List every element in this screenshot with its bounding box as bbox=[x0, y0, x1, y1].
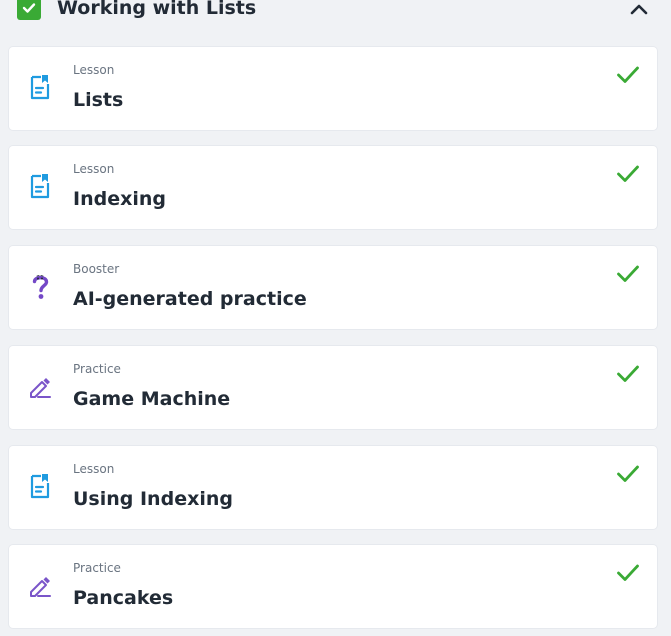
completed-check-icon bbox=[617, 365, 639, 382]
practice-icon bbox=[30, 577, 51, 597]
practice-icon bbox=[30, 378, 51, 398]
item-title: Pancakes bbox=[73, 587, 174, 609]
completed-check-icon bbox=[617, 465, 639, 482]
item-type-label: Lesson bbox=[73, 462, 115, 476]
item-type-label: Practice bbox=[73, 561, 121, 575]
item-title: Using Indexing bbox=[73, 488, 233, 510]
list-item-using-indexing[interactable]: Lesson Using Indexing bbox=[9, 446, 657, 529]
completed-check-icon bbox=[617, 165, 639, 182]
item-type-label: Lesson bbox=[73, 162, 115, 176]
checkmark-icon bbox=[22, 3, 36, 13]
item-type-label: Booster bbox=[73, 262, 120, 276]
item-title: Game Machine bbox=[73, 388, 231, 410]
list-item-game-machine[interactable]: Practice Game Machine bbox=[9, 346, 657, 429]
item-type-label: Practice bbox=[73, 362, 121, 376]
list-item-indexing[interactable]: Lesson Indexing bbox=[9, 146, 657, 229]
list-item-ai-generated-practice[interactable]: Booster AI-generated practice bbox=[9, 246, 657, 329]
chevron-up-icon[interactable] bbox=[628, 2, 650, 16]
section-header[interactable]: Working with Lists bbox=[0, 0, 671, 24]
completed-check-icon bbox=[617, 564, 639, 581]
item-title: Indexing bbox=[73, 188, 166, 210]
lesson-icon bbox=[30, 75, 50, 100]
section-title: Working with Lists bbox=[57, 0, 257, 19]
list-item-lists[interactable]: Lesson Lists bbox=[9, 47, 657, 130]
lesson-icon bbox=[30, 474, 50, 499]
section-complete-checkbox bbox=[17, 0, 41, 20]
item-title: AI-generated practice bbox=[73, 288, 307, 310]
completed-check-icon bbox=[617, 66, 639, 83]
booster-icon bbox=[32, 275, 49, 299]
lesson-icon bbox=[30, 174, 50, 199]
list-item-pancakes[interactable]: Practice Pancakes bbox=[9, 545, 657, 628]
item-title: Lists bbox=[73, 89, 124, 111]
completed-check-icon bbox=[617, 265, 639, 282]
item-type-label: Lesson bbox=[73, 63, 115, 77]
